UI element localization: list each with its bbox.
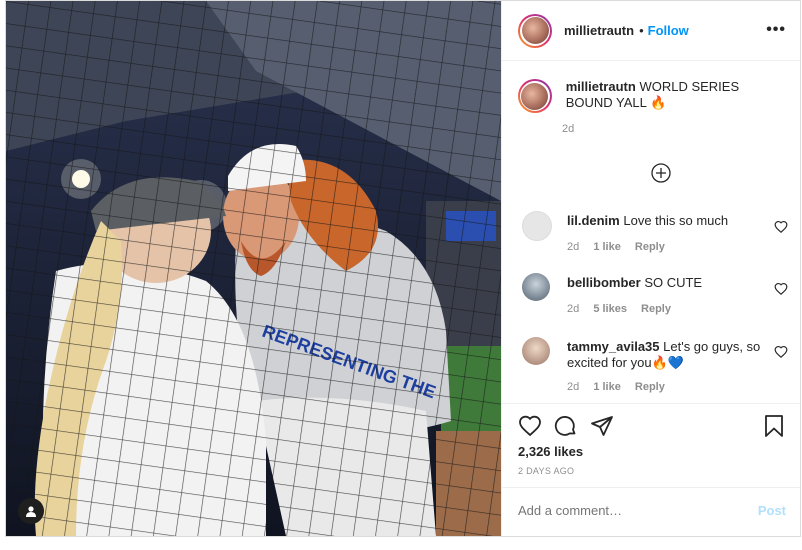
comment-time: 2d — [567, 381, 580, 393]
likes-count[interactable]: 2,326 likes — [518, 444, 583, 459]
post-side-panel: millietrautn • Follow ••• millietrautn W… — [501, 1, 800, 536]
reply-button[interactable]: Reply — [635, 241, 665, 253]
reply-button[interactable]: Reply — [635, 381, 665, 393]
comment-item: lil.denim Love this so much 2d 1 like Re… — [518, 211, 788, 261]
plus-circle-icon[interactable] — [651, 163, 671, 183]
comment-avatar[interactable] — [522, 211, 552, 241]
post-caption: millietrautn WORLD SERIES BOUND YALL 🔥 2… — [518, 79, 784, 135]
post-photo[interactable]: REPRESENTING THE — [6, 1, 501, 536]
comment-text: Love this so much — [623, 213, 729, 228]
post-header: millietrautn • Follow ••• — [502, 1, 800, 61]
comment-item: tammy_avila35 Let's go guys, so excited … — [518, 337, 788, 399]
add-comment-input[interactable] — [518, 503, 738, 518]
comment-text: SO CUTE — [644, 275, 703, 290]
comment-item: bellibomber SO CUTE 2d 5 likes Reply — [518, 273, 788, 323]
comment-time: 2d — [567, 241, 580, 253]
paper-plane-icon[interactable] — [590, 414, 614, 438]
comment-likes[interactable]: 5 likes — [593, 303, 627, 315]
caption-avatar[interactable] — [518, 79, 552, 113]
heart-icon[interactable] — [774, 220, 788, 234]
caption-time: 2d — [562, 123, 575, 135]
comment-time: 2d — [567, 303, 580, 315]
heart-icon[interactable] — [774, 282, 788, 296]
comment-username[interactable]: tammy_avila35 — [567, 339, 660, 354]
add-comment-bar: Post — [502, 487, 800, 536]
comment-icon[interactable] — [554, 414, 578, 438]
like-heart-icon[interactable] — [518, 414, 542, 438]
photo-illustration: REPRESENTING THE — [6, 1, 501, 536]
more-options-icon[interactable]: ••• — [766, 21, 786, 39]
user-tag-icon[interactable] — [18, 498, 44, 524]
post-age: 2 DAYS AGO — [518, 466, 575, 476]
comment-likes[interactable]: 1 like — [593, 241, 621, 253]
avatar[interactable] — [518, 13, 552, 48]
post-comment-button[interactable]: Post — [758, 503, 786, 518]
comment-username[interactable]: lil.denim — [567, 213, 620, 228]
comment-avatar[interactable] — [522, 273, 550, 301]
comment-avatar[interactable] — [522, 337, 550, 365]
post-actions: 2,326 likes 2 DAYS AGO — [502, 403, 800, 488]
heart-icon[interactable] — [774, 345, 788, 359]
comment-likes[interactable]: 1 like — [593, 381, 621, 393]
header-separator: • — [639, 23, 644, 38]
comment-username[interactable]: bellibomber — [567, 275, 641, 290]
bookmark-icon[interactable] — [762, 414, 786, 438]
reply-button[interactable]: Reply — [641, 303, 671, 315]
follow-button[interactable]: Follow — [648, 23, 689, 38]
caption-username[interactable]: millietrautn — [566, 79, 636, 94]
header-username[interactable]: millietrautn — [564, 23, 634, 38]
instagram-post: REPRESENTING THE milliet — [5, 0, 801, 537]
